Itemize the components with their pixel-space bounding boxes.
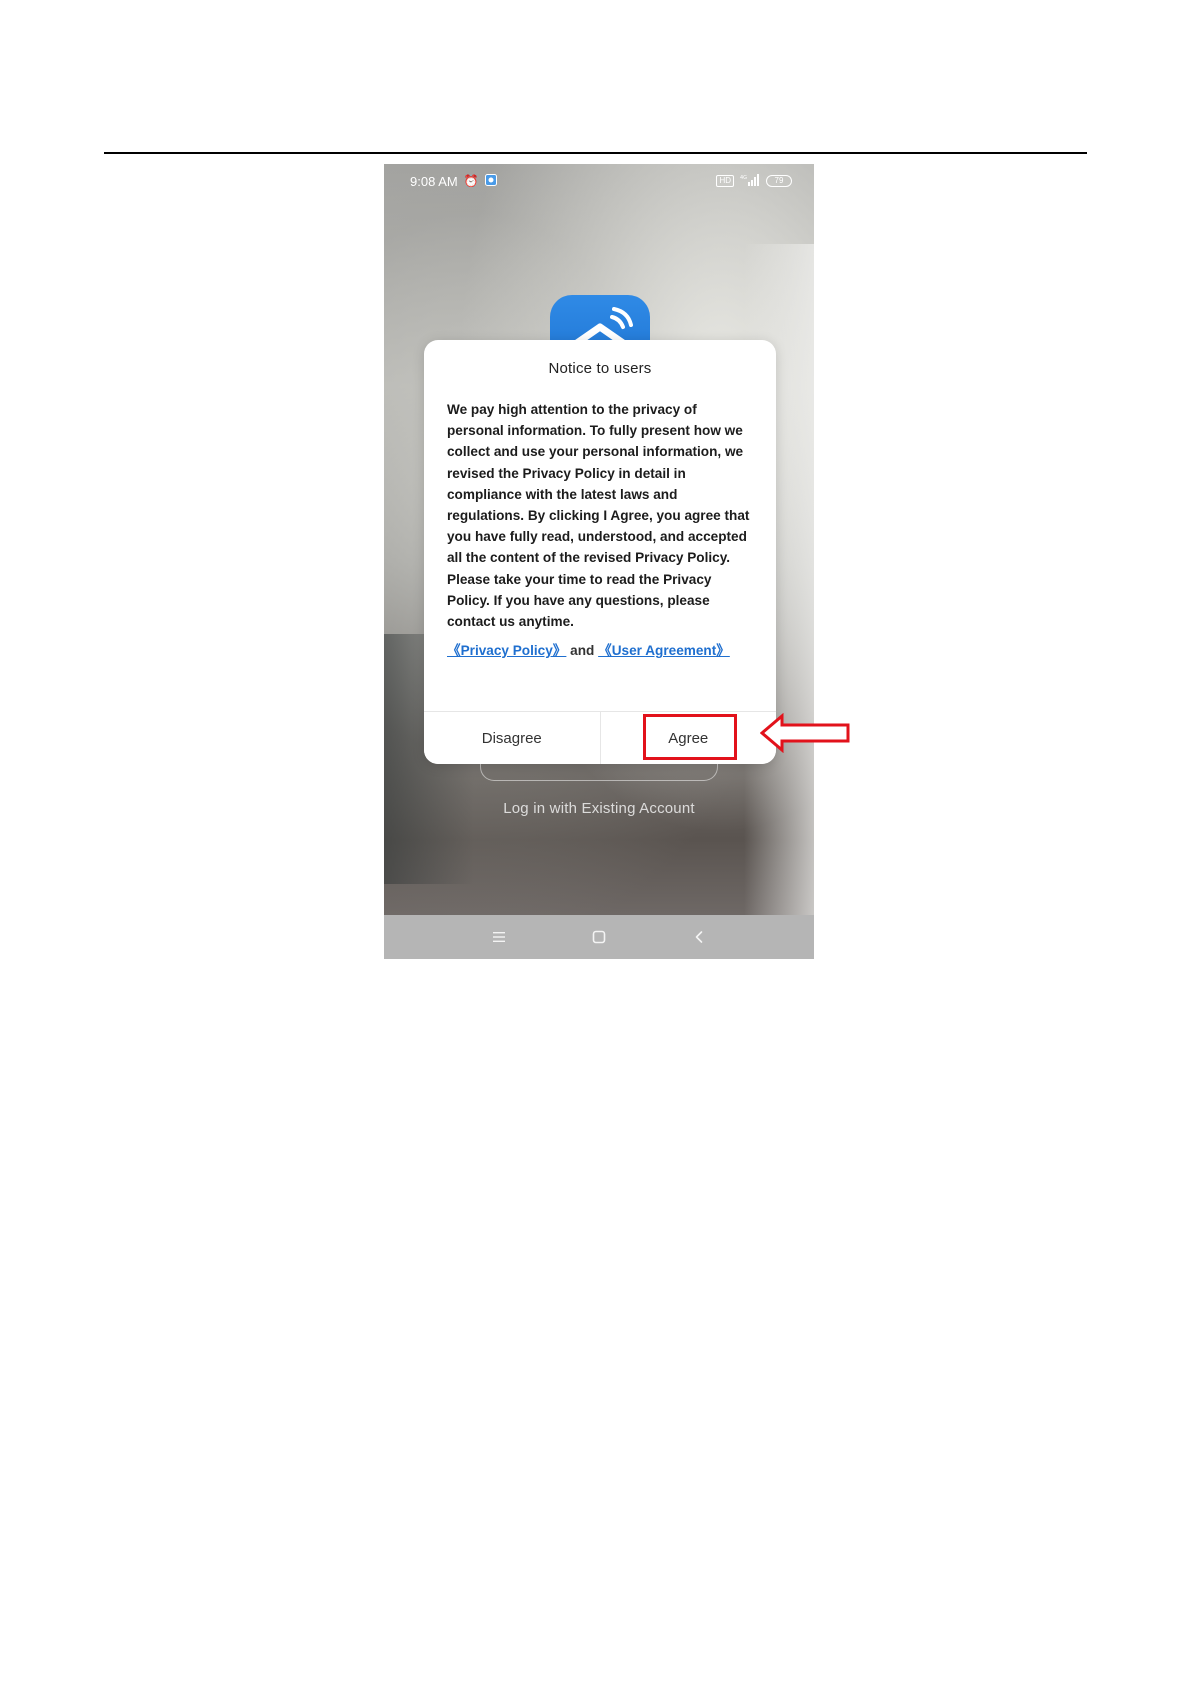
home-square-icon[interactable] [587, 925, 611, 949]
header-rule [104, 152, 1087, 154]
document-page: 9:08 AM ⏰ HD 4G 79 Log in with Existing … [0, 0, 1190, 1684]
policy-links: 《Privacy Policy》 and 《User Agreement》 [447, 642, 756, 659]
signal-icon: 4G [740, 173, 760, 189]
dialog-body-text: We pay high attention to the privacy of … [447, 402, 750, 630]
privacy-notice-dialog: Notice to users We pay high attention to… [424, 340, 776, 764]
user-agreement-link[interactable]: 《User Agreement》 [598, 643, 730, 658]
dialog-title: Notice to users [548, 360, 652, 377]
login-existing-account-link[interactable]: Log in with Existing Account [384, 800, 814, 817]
agree-highlight-box [643, 714, 737, 760]
link-separator: and [566, 643, 599, 659]
navigation-bar [384, 915, 814, 959]
phone-screenshot: 9:08 AM ⏰ HD 4G 79 Log in with Existing … [384, 164, 814, 959]
svg-text:4G: 4G [740, 175, 747, 181]
back-chevron-icon[interactable] [687, 925, 711, 949]
hd-badge: HD [716, 175, 734, 187]
status-time: 9:08 AM [410, 173, 458, 189]
menu-icon[interactable] [487, 925, 511, 949]
app-notification-icon [484, 174, 497, 188]
alarm-clock-icon: ⏰ [463, 174, 479, 188]
pointer-arrow-icon [760, 713, 850, 753]
privacy-policy-link[interactable]: 《Privacy Policy》 [447, 643, 566, 658]
disagree-button[interactable]: Disagree [424, 712, 600, 764]
status-bar: 9:08 AM ⏰ HD 4G 79 [384, 164, 814, 198]
battery-icon: 79 [766, 175, 792, 187]
